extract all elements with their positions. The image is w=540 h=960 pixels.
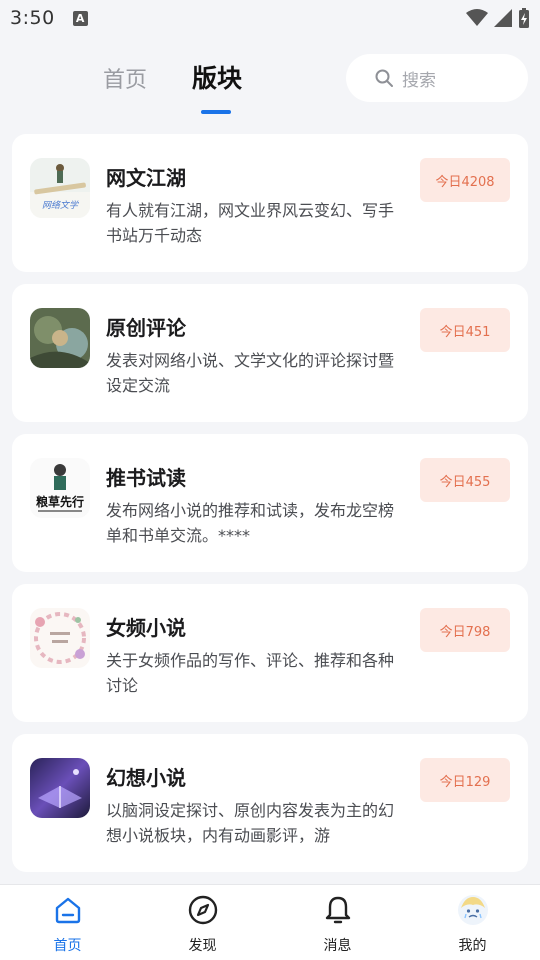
nav-messages[interactable]: 消息 bbox=[270, 885, 405, 960]
bell-icon bbox=[321, 893, 355, 927]
board-thumbnail bbox=[30, 608, 90, 668]
nav-label: 我的 bbox=[458, 938, 487, 954]
today-count-badge: 今日4208 bbox=[420, 158, 510, 202]
board-list: 网络文学 网文江湖 有人就有江湖，网文业界风云变幻、写手书站万千动态 今日420… bbox=[12, 134, 528, 884]
board-card-wangwen[interactable]: 网络文学 网文江湖 有人就有江湖，网文业界风云变幻、写手书站万千动态 今日420… bbox=[12, 134, 528, 272]
tab-home[interactable]: 首页 bbox=[103, 62, 147, 94]
board-thumbnail: 网络文学 bbox=[30, 158, 90, 218]
signal-icon bbox=[494, 9, 512, 27]
board-title: 女频小说 bbox=[106, 616, 186, 640]
home-icon bbox=[51, 893, 85, 927]
today-count-badge: 今日451 bbox=[420, 308, 510, 352]
board-thumb-text: 粮草先行 bbox=[36, 494, 84, 509]
active-tab-indicator bbox=[201, 110, 231, 114]
status-icons bbox=[466, 8, 530, 28]
search-placeholder: 搜索 bbox=[402, 70, 436, 91]
bottom-nav: 首页 发现 消息 我的 bbox=[0, 884, 540, 960]
notification-a-icon: A bbox=[72, 10, 88, 26]
board-thumbnail bbox=[30, 758, 90, 818]
board-description: 以脑洞设定探讨、原创内容发表为主的幻想小说板块，内有动画影评，游 bbox=[106, 801, 395, 845]
top-header: 首页 版块 搜索 bbox=[0, 44, 540, 120]
board-card-yuanchuang[interactable]: 原创评论 发表对网络小说、文学文化的评论探讨暨设定交流 今日451 bbox=[12, 284, 528, 422]
avatar-icon bbox=[456, 893, 490, 927]
tab-boards[interactable]: 版块 bbox=[192, 59, 242, 95]
compass-icon bbox=[186, 893, 220, 927]
app-screen: 3:50 A 首页 版块 搜索 网络文学 网文江湖 有人就有江湖，网文业界风云变… bbox=[0, 0, 540, 960]
board-title: 幻想小说 bbox=[106, 766, 186, 790]
status-bar: 3:50 A bbox=[0, 0, 540, 36]
nav-label: 消息 bbox=[323, 938, 352, 954]
board-description: 关于女频作品的写作、评论、推荐和各种讨论 bbox=[106, 651, 395, 695]
board-card-nvpin[interactable]: 女频小说 关于女频作品的写作、评论、推荐和各种讨论 今日798 bbox=[12, 584, 528, 722]
board-card-huanxiang[interactable]: 幻想小说 以脑洞设定探讨、原创内容发表为主的幻想小说板块，内有动画影评，游 今日… bbox=[12, 734, 528, 872]
board-thumbnail bbox=[30, 308, 90, 368]
battery-icon bbox=[519, 8, 529, 28]
board-card-tuishu[interactable]: 粮草先行 推书试读 发布网络小说的推荐和试读，发布龙空榜单和书单交流。**** … bbox=[12, 434, 528, 572]
nav-home[interactable]: 首页 bbox=[0, 885, 135, 960]
board-description: 发表对网络小说、文学文化的评论探讨暨设定交流 bbox=[106, 351, 395, 395]
board-title: 网文江湖 bbox=[106, 166, 186, 190]
wifi-icon bbox=[466, 9, 488, 26]
board-thumb-text: 网络文学 bbox=[42, 200, 79, 211]
today-count-badge: 今日129 bbox=[420, 758, 510, 802]
board-thumbnail: 粮草先行 bbox=[30, 458, 90, 518]
board-description: 有人就有江湖，网文业界风云变幻、写手书站万千动态 bbox=[106, 201, 395, 245]
nav-label: 发现 bbox=[188, 938, 217, 954]
nav-label: 首页 bbox=[53, 938, 82, 954]
search-icon bbox=[375, 69, 393, 87]
nav-discover[interactable]: 发现 bbox=[135, 885, 270, 960]
status-time: 3:50 bbox=[10, 7, 55, 29]
nav-profile[interactable]: 我的 bbox=[405, 885, 540, 960]
today-count-badge: 今日455 bbox=[420, 458, 510, 502]
search-input[interactable]: 搜索 bbox=[346, 54, 528, 102]
board-description: 发布网络小说的推荐和试读，发布龙空榜单和书单交流。**** bbox=[106, 501, 395, 545]
board-title: 原创评论 bbox=[106, 316, 186, 340]
today-count-badge: 今日798 bbox=[420, 608, 510, 652]
board-title: 推书试读 bbox=[106, 466, 186, 490]
